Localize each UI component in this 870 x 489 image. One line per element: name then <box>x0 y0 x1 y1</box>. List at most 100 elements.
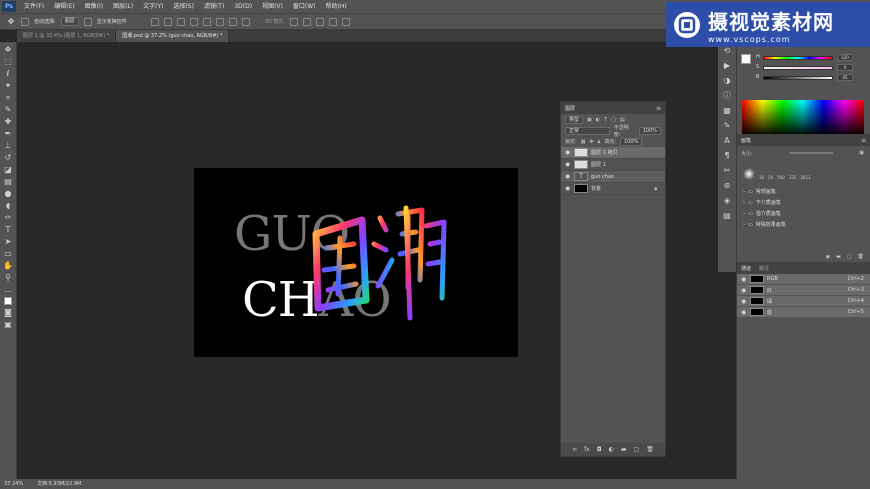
3d-icon[interactable]: ◈ <box>722 196 732 205</box>
opacity-input[interactable]: 100% <box>638 126 661 135</box>
auto-select-checkbox[interactable] <box>21 17 29 26</box>
show-transform-checkbox[interactable] <box>83 17 92 26</box>
new-brush-icon[interactable]: ▣ <box>859 150 864 156</box>
crop-tool[interactable]: ⌗ <box>3 93 13 102</box>
eyedropper-tool[interactable]: ✎ <box>3 105 13 114</box>
visibility-eye-icon[interactable]: ◉ <box>565 161 571 168</box>
dodge-tool[interactable]: ◖ <box>3 201 13 210</box>
brush-folder-general[interactable]: › ▭ 常规画笔 <box>737 186 870 197</box>
healing-brush-tool[interactable]: ✚ <box>3 117 13 126</box>
menu-view[interactable]: 视图(V) <box>257 0 288 13</box>
foreground-color-swatch[interactable] <box>4 297 12 305</box>
visibility-eye-icon[interactable]: ◉ <box>741 298 747 305</box>
visibility-eye-icon[interactable]: ◉ <box>741 276 747 283</box>
3d-slide-icon[interactable] <box>329 17 338 26</box>
brush-preset[interactable]: 2611 <box>800 175 810 180</box>
brightness-slider[interactable] <box>763 76 833 80</box>
blur-tool[interactable]: ● <box>3 189 13 198</box>
visibility-eye-icon[interactable]: ◉ <box>565 173 571 180</box>
shape-tool[interactable]: ▭ <box>3 249 13 258</box>
layer-row-background[interactable]: ◉ 背景 🔒︎ <box>561 183 665 195</box>
color-swatch-fg[interactable] <box>741 54 751 64</box>
tool-presets-icon[interactable]: ✂ <box>722 166 732 175</box>
align-bottom-icon[interactable] <box>215 17 224 26</box>
character-icon[interactable]: A <box>722 136 732 145</box>
channel-row-blue[interactable]: ◉ 蓝 Ctrl+5 <box>737 307 870 318</box>
panel-menu-icon[interactable]: ≡ <box>861 137 866 144</box>
menu-help[interactable]: 帮助(H) <box>321 0 352 13</box>
visibility-eye-icon[interactable]: ◉ <box>741 287 747 294</box>
b-value[interactable]: 95 <box>837 74 853 81</box>
delete-layer-icon[interactable]: 🗑︎ <box>646 446 654 453</box>
menu-image[interactable]: 图像(I) <box>80 0 108 13</box>
new-brush-icon[interactable]: ▢ <box>847 254 852 260</box>
align-left-icon[interactable] <box>150 17 159 26</box>
clone-stamp-tool[interactable]: ⊥ <box>3 141 13 150</box>
add-mask-icon[interactable]: ◘ <box>597 446 602 453</box>
layer-row-text[interactable]: ◉ T guo chao <box>561 171 665 183</box>
align-right-icon[interactable] <box>176 17 185 26</box>
zoom-tool[interactable]: ⚲ <box>3 273 13 282</box>
move-tool[interactable]: ✥ <box>3 45 13 54</box>
gradient-tool[interactable]: ▤ <box>3 177 13 186</box>
brush-preset[interactable]: 500 <box>777 175 785 180</box>
brush-preset[interactable]: 325 <box>789 175 797 180</box>
info-icon[interactable]: ⓘ <box>722 91 732 100</box>
menu-file[interactable]: 文件(F) <box>19 0 49 13</box>
tab-guochao-doc[interactable]: 国潮.psd @ 37.2% (guo chao, RGB/8#) * <box>116 30 230 42</box>
lasso-tool[interactable]: ℓ <box>3 69 13 78</box>
new-group-icon[interactable]: ▬ <box>621 446 627 453</box>
lock-all-icon[interactable]: 🔒︎ <box>598 139 601 145</box>
align-top-icon[interactable] <box>189 17 198 26</box>
brush-view-icon[interactable]: ◉ <box>826 254 830 260</box>
styles-icon[interactable]: ▦ <box>722 106 732 115</box>
layer-row-copy[interactable]: ◉ 图层 1 拷贝 <box>561 147 665 159</box>
brush-size-slider[interactable] <box>788 152 833 154</box>
paragraph-icon[interactable]: ¶ <box>722 151 732 160</box>
tab-layer1-doc[interactable]: 图层 1 @ 33.4% (图层 1, RGB/8#) * <box>17 30 117 42</box>
tab-channels[interactable]: 通道 <box>741 265 751 272</box>
auto-select-dropdown[interactable]: 图层 <box>60 17 79 26</box>
filter-pixel-icon[interactable]: ▣ <box>587 117 592 123</box>
menu-3d[interactable]: 3D(D) <box>229 0 257 13</box>
filter-type-icon[interactable]: T <box>604 117 607 123</box>
3d-pan-icon[interactable] <box>316 17 325 26</box>
adjustments-icon[interactable]: ◑ <box>722 76 732 85</box>
visibility-eye-icon[interactable]: ◉ <box>741 309 747 316</box>
marquee-tool[interactable]: ⬚ <box>3 57 13 66</box>
hue-slider[interactable] <box>763 56 833 60</box>
layers-panel-title[interactable]: 图层 <box>565 105 575 112</box>
brush-preset-soft[interactable] <box>743 168 755 180</box>
magic-wand-tool[interactable]: ✦ <box>3 81 13 90</box>
history-icon[interactable]: ⟲ <box>722 46 732 55</box>
brush-settings-icon[interactable]: ✎ <box>722 121 732 130</box>
brush-tool[interactable]: ✒ <box>3 129 13 138</box>
menu-select[interactable]: 选择(S) <box>168 0 199 13</box>
quick-mask-icon[interactable]: ◙ <box>3 308 13 317</box>
align-center-icon[interactable] <box>163 17 172 26</box>
filter-smart-icon[interactable]: ▤ <box>620 117 625 123</box>
filter-shape-icon[interactable]: ▢ <box>611 117 616 123</box>
menu-edit[interactable]: 编辑(E) <box>49 0 79 13</box>
align-middle-icon[interactable] <box>202 17 211 26</box>
menu-type[interactable]: 文字(Y) <box>138 0 168 13</box>
brush-folder-wet[interactable]: › ▭ 湿介质画笔 <box>737 208 870 219</box>
panel-menu-icon[interactable]: ≡ <box>656 105 661 112</box>
filter-adjust-icon[interactable]: ◐ <box>596 117 600 123</box>
lock-pixels-icon[interactable]: ▦ <box>581 139 586 145</box>
actions-icon[interactable]: ▶ <box>722 61 732 70</box>
hand-tool[interactable]: ✋ <box>3 261 13 270</box>
brush-preset[interactable]: 30 <box>759 175 764 180</box>
link-layers-icon[interactable]: ∞ <box>572 446 577 453</box>
lock-position-icon[interactable]: ✥ <box>589 139 593 145</box>
saturation-slider[interactable] <box>763 66 833 70</box>
h-value[interactable]: 320 <box>837 54 853 61</box>
3d-rotate-icon[interactable] <box>290 17 299 26</box>
move-tool-icon[interactable]: ✥ <box>6 17 16 26</box>
channel-row-red[interactable]: ◉ 红 Ctrl+3 <box>737 285 870 296</box>
distribute-icon[interactable] <box>228 17 237 26</box>
menu-filter[interactable]: 滤镜(T) <box>199 0 229 13</box>
new-group-icon[interactable]: ▬ <box>836 254 841 260</box>
layer-filter-kind[interactable]: 类型 <box>565 115 584 124</box>
screen-mode-icon[interactable]: ▣ <box>3 320 13 329</box>
